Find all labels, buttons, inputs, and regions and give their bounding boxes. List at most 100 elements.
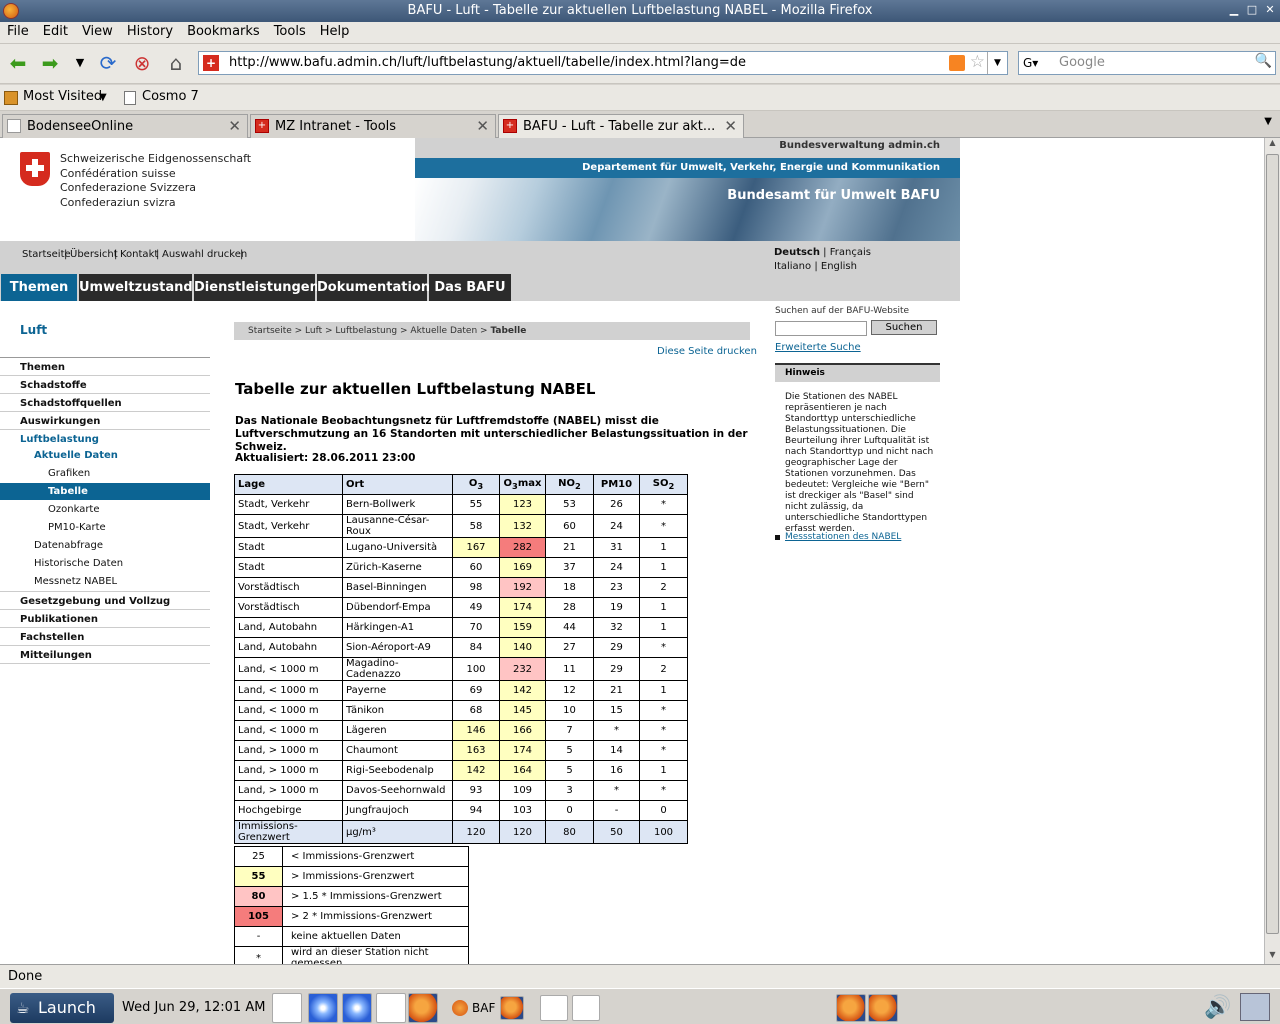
- maximize-icon[interactable]: □: [1244, 3, 1260, 19]
- leftnav-historische-daten[interactable]: Historische Daten: [34, 558, 123, 569]
- scroll-down-icon[interactable]: ▼: [1265, 950, 1280, 964]
- home-button[interactable]: ⌂: [164, 52, 188, 76]
- site-identity-icon[interactable]: +: [203, 55, 219, 71]
- nav-themen[interactable]: Themen: [1, 274, 77, 301]
- leftnav-grafiken[interactable]: Grafiken: [48, 468, 90, 479]
- reload-button[interactable]: ⟳: [96, 52, 120, 76]
- weather-icon[interactable]: [308, 993, 338, 1023]
- weather-icon[interactable]: [342, 993, 372, 1023]
- tab-bafu[interactable]: + BAFU - Luft - Tabelle zur akt... ✕: [498, 114, 744, 138]
- legend-table: 25 < Immissions-Grenzwert 55 > Immissions-G…: [234, 846, 469, 964]
- link-auswahl-drucken[interactable]: Auswahl drucken: [162, 249, 247, 260]
- tab-bodenseeonline[interactable]: BodenseeOnline ✕: [2, 114, 248, 138]
- table-cell: Rigi-Seebodenalp: [342, 760, 453, 781]
- breadcrumb-item[interactable]: Luft: [305, 326, 322, 336]
- breadcrumb-item[interactable]: Startseite: [248, 326, 292, 336]
- lang-fr[interactable]: Français: [830, 247, 871, 258]
- close-tab-icon[interactable]: ✕: [724, 117, 737, 135]
- leftnav-gesetzgebung[interactable]: Gesetzgebung und Vollzug: [20, 596, 170, 607]
- search-icon[interactable]: 🔍: [1255, 53, 1272, 69]
- nav-das-bafu[interactable]: Das BAFU: [429, 274, 511, 301]
- url-text[interactable]: http://www.bafu.admin.ch/luft/luftbelast…: [229, 55, 746, 70]
- bookmark-star-icon[interactable]: ☆: [970, 52, 985, 72]
- show-desktop-icon[interactable]: [540, 995, 568, 1021]
- menu-file[interactable]: File: [0, 22, 36, 41]
- leftnav-messnetz-nabel[interactable]: Messnetz NABEL: [34, 576, 117, 587]
- leftnav-publikationen[interactable]: Publikationen: [20, 614, 98, 625]
- workspace-1-icon[interactable]: [836, 994, 866, 1022]
- table-cell: 109: [499, 780, 546, 801]
- leftnav-mitteilungen[interactable]: Mitteilungen: [20, 650, 92, 661]
- leftnav-schadstoffe[interactable]: Schadstoffe: [20, 380, 87, 391]
- messstationen-link[interactable]: Messstationen des NABEL: [775, 532, 901, 542]
- bookmark-cosmo[interactable]: Cosmo 7: [142, 89, 199, 104]
- menu-bookmarks[interactable]: Bookmarks: [180, 22, 267, 41]
- chevron-down-icon[interactable]: ▼: [99, 92, 107, 103]
- advanced-search-link[interactable]: Erweiterte Suche: [775, 342, 861, 353]
- lang-de[interactable]: Deutsch: [774, 247, 820, 258]
- menu-view[interactable]: View: [75, 22, 120, 41]
- leftnav-tabelle[interactable]: Tabelle: [0, 483, 210, 500]
- close-tab-icon[interactable]: ✕: [228, 117, 241, 135]
- speaker-icon[interactable]: 🔊: [1204, 995, 1231, 1020]
- close-tab-icon[interactable]: ✕: [476, 117, 489, 135]
- link-uebersicht[interactable]: Übersicht: [70, 249, 118, 260]
- leftnav-ozonkarte[interactable]: Ozonkarte: [48, 504, 100, 515]
- leftnav-fachstellen[interactable]: Fachstellen: [20, 632, 84, 643]
- leftnav-themen[interactable]: Themen: [20, 362, 65, 373]
- site-search-button[interactable]: Suchen: [871, 320, 937, 335]
- site-search-input[interactable]: [775, 321, 867, 336]
- bundesverwaltung-link[interactable]: Bundesverwaltung admin.ch: [415, 138, 960, 158]
- tab-list-icon[interactable]: ▼: [1264, 116, 1272, 127]
- nav-dokumentation[interactable]: Dokumentation: [317, 274, 430, 301]
- scrollbar-thumb[interactable]: [1266, 154, 1279, 934]
- close-icon[interactable]: ✕: [1262, 3, 1278, 19]
- leftnav-auswirkungen[interactable]: Auswirkungen: [20, 416, 100, 427]
- leftnav-schadstoffquellen[interactable]: Schadstoffquellen: [20, 398, 122, 409]
- workspace-2-icon[interactable]: [868, 994, 898, 1022]
- trash-icon[interactable]: [1240, 993, 1270, 1021]
- taskbar-window-bafu[interactable]: BAF: [450, 995, 500, 1021]
- firefox-icon[interactable]: [500, 996, 524, 1020]
- menu-tools[interactable]: Tools: [267, 22, 313, 41]
- leftnav-luftbelastung[interactable]: Luftbelastung: [20, 434, 99, 445]
- swiss-coat-of-arms-icon[interactable]: [20, 152, 50, 186]
- breadcrumb-item[interactable]: Luftbelastung: [335, 326, 397, 336]
- tab-mz-intranet[interactable]: + MZ Intranet - Tools ✕: [250, 114, 496, 138]
- vertical-scrollbar[interactable]: ▲ ▼: [1264, 138, 1280, 964]
- url-dropdown-icon[interactable]: ▼: [987, 52, 1007, 74]
- bookmark-most-visited[interactable]: Most Visited: [23, 89, 102, 104]
- forward-button[interactable]: ➡: [38, 52, 62, 76]
- stop-button[interactable]: ⊗: [130, 52, 154, 76]
- search-bar[interactable]: G▾ Google 🔍: [1018, 51, 1276, 75]
- scroll-up-icon[interactable]: ▲: [1265, 138, 1280, 152]
- notepad-icon[interactable]: [272, 993, 302, 1023]
- department-banner[interactable]: Departement für Umwelt, Verkehr, Energie…: [415, 158, 960, 178]
- lang-it[interactable]: Italiano: [774, 261, 811, 272]
- office-icon[interactable]: [376, 993, 406, 1023]
- nav-dienstleistungen[interactable]: Dienstleistungen: [194, 274, 319, 301]
- search-placeholder[interactable]: Google: [1059, 55, 1105, 70]
- link-kontakt[interactable]: Kontakt: [120, 249, 158, 260]
- leftnav-pm10-karte[interactable]: PM10-Karte: [48, 522, 106, 533]
- lang-en[interactable]: English: [821, 261, 857, 272]
- launch-button[interactable]: ☕ Launch: [10, 993, 114, 1023]
- menu-history[interactable]: History: [120, 22, 180, 41]
- clock[interactable]: Wed Jun 29, 12:01 AM: [122, 1000, 265, 1015]
- leftnav-aktuelle-daten[interactable]: Aktuelle Daten: [34, 450, 118, 461]
- breadcrumb-item[interactable]: Aktuelle Daten: [410, 326, 477, 336]
- nav-umweltzustand[interactable]: Umweltzustand: [79, 274, 193, 301]
- menu-help[interactable]: Help: [313, 22, 357, 41]
- firefox-launcher-icon[interactable]: [408, 993, 438, 1023]
- history-dropdown-icon[interactable]: ▼: [68, 52, 92, 76]
- url-bar[interactable]: + http://www.bafu.admin.ch/luft/luftbela…: [198, 51, 1008, 75]
- left-title[interactable]: Luft: [20, 323, 47, 337]
- rss-feed-icon[interactable]: [949, 55, 965, 71]
- back-button[interactable]: ⬅: [6, 52, 30, 76]
- window-icon[interactable]: [572, 995, 600, 1021]
- leftnav-datenabfrage[interactable]: Datenabfrage: [34, 540, 103, 551]
- menu-edit[interactable]: Edit: [36, 22, 75, 41]
- print-page-link[interactable]: Diese Seite drucken: [657, 346, 757, 357]
- minimize-icon[interactable]: ▁: [1226, 3, 1242, 19]
- search-engine-icon[interactable]: G▾: [1021, 54, 1055, 72]
